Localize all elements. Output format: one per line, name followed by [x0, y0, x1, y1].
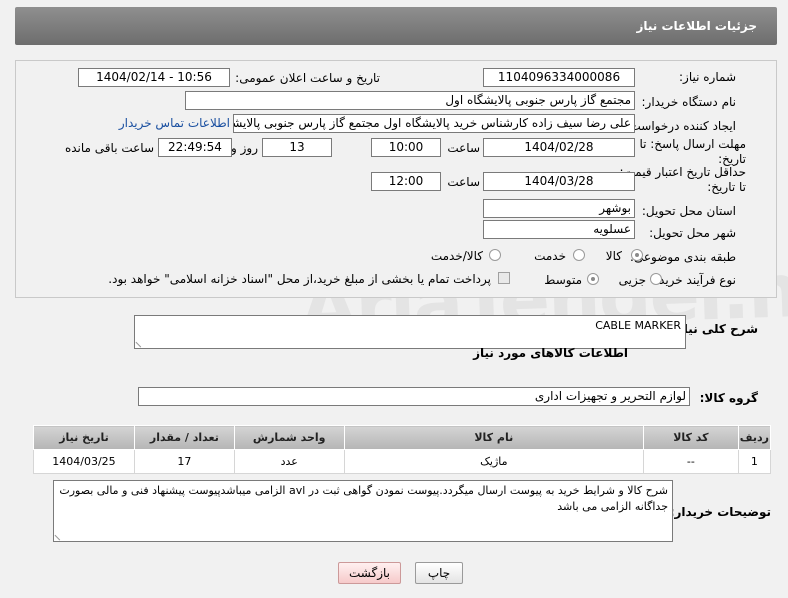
cell-row: 1	[737, 449, 772, 474]
buyer-org-field: مجتمع گاز پارس جنوبی پالایشگاه اول	[185, 91, 635, 110]
validity-label: حداقل تاریخ اعتبار قیمت:	[619, 165, 746, 179]
cell-code: --	[642, 449, 739, 474]
cell-unit: عدد	[233, 449, 345, 474]
need-number-field: 1104096334000086	[483, 68, 635, 87]
city-label: شهر محل تحویل:	[649, 226, 736, 240]
days-remaining-field: 13	[262, 138, 332, 157]
remaining-time-field: 22:49:54	[158, 138, 232, 157]
buyer-notes-label: توضیحات خریدار:	[669, 505, 771, 519]
process-radio-medium[interactable]	[587, 273, 599, 285]
buyer-notes-value: شرح کالا و شرایط خرید به پیوست ارسال میگ…	[59, 484, 668, 513]
category-label: طبقه بندی موضوعی:	[629, 250, 736, 264]
province-field: بوشهر	[483, 199, 635, 218]
validity-time-field: 12:00	[371, 172, 441, 191]
need-number-label: شماره نیاز:	[679, 70, 736, 84]
goods-info-title: اطلاعات کالاهای مورد نیاز	[473, 346, 628, 360]
deadline-label: مهلت ارسال پاسخ: تا	[639, 137, 746, 151]
cell-qty: 17	[133, 449, 235, 474]
col-date-header: تاریخ نیاز	[33, 425, 135, 450]
table-row: 1 -- ماژیک عدد 17 1404/03/25	[33, 449, 772, 474]
process-option-minor: جزیی	[618, 273, 646, 287]
category-option-goods-service: کالا/خدمت	[430, 249, 483, 263]
col-qty-header: تعداد / مقدار	[133, 425, 235, 450]
goods-table: ردیف کد کالا نام کالا واحد شمارش تعداد /…	[33, 425, 772, 474]
deadline-time-label: ساعت	[447, 141, 480, 155]
goods-group-label: گروه کالا:	[699, 391, 758, 405]
buyer-notes-field: شرح کالا و شرایط خرید به پیوست ارسال میگ…	[53, 480, 673, 542]
back-button[interactable]: بازگشت	[338, 562, 401, 584]
summary-field: CABLE MARKER	[134, 315, 686, 349]
process-radio-minor[interactable]	[650, 273, 662, 285]
payment-note: پرداخت تمام یا بخشی از مبلغ خرید،از محل …	[108, 272, 491, 286]
col-name-header: نام کالا	[343, 425, 644, 450]
page-title-bar: جزئیات اطلاعات نیاز	[15, 7, 777, 45]
creator-label: ایجاد کننده درخواست:	[625, 119, 736, 133]
cell-date: 1404/03/25	[33, 449, 135, 474]
buyer-contact-link[interactable]: اطلاعات تماس خریدار	[119, 116, 230, 130]
process-option-medium: متوسط	[544, 273, 582, 287]
summary-value: CABLE MARKER	[595, 319, 681, 332]
days-label: روز و	[231, 141, 258, 155]
category-radio-service[interactable]	[573, 249, 585, 261]
deadline-time-field: 10:00	[371, 138, 441, 157]
validity-label-date: تا تاریخ:	[707, 180, 746, 194]
category-option-service: خدمت	[534, 249, 566, 263]
city-field: عسلویه	[483, 220, 635, 239]
process-label: نوع فرآیند خرید :	[651, 273, 736, 287]
validity-date-field: 1404/03/28	[483, 172, 635, 191]
print-button[interactable]: چاپ	[415, 562, 463, 584]
goods-group-field: لوازم التحریر و تجهیزات اداری	[138, 387, 690, 406]
announce-date-field: 1404/02/14 - 10:56	[78, 68, 230, 87]
creator-field: علی رضا سیف زاده کارشناس خرید پالایشگاه …	[233, 114, 635, 133]
table-header-row: ردیف کد کالا نام کالا واحد شمارش تعداد /…	[33, 425, 772, 450]
treasury-checkbox[interactable]	[498, 272, 510, 284]
resize-handle[interactable]	[135, 337, 146, 348]
deadline-date-field: 1404/02/28	[483, 138, 635, 157]
deadline-label-date: تاریخ:	[718, 152, 746, 166]
announce-date-label: تاریخ و ساعت اعلان عمومی:	[235, 71, 380, 85]
category-option-goods: کالا	[605, 249, 622, 263]
category-radio-goods-service[interactable]	[489, 249, 501, 261]
page-title: جزئیات اطلاعات نیاز	[636, 19, 757, 33]
validity-time-label: ساعت	[447, 175, 480, 189]
remaining-time-label: ساعت باقی مانده	[64, 141, 154, 155]
resize-handle[interactable]	[54, 530, 65, 541]
col-unit-header: واحد شمارش	[233, 425, 345, 450]
cell-name: ماژیک	[343, 449, 644, 474]
col-code-header: کد کالا	[642, 425, 739, 450]
col-row-header: ردیف	[737, 425, 772, 450]
province-label: استان محل تحویل:	[641, 204, 736, 218]
buyer-org-label: نام دستگاه خریدار:	[641, 95, 737, 109]
category-radio-goods[interactable]	[631, 249, 643, 261]
